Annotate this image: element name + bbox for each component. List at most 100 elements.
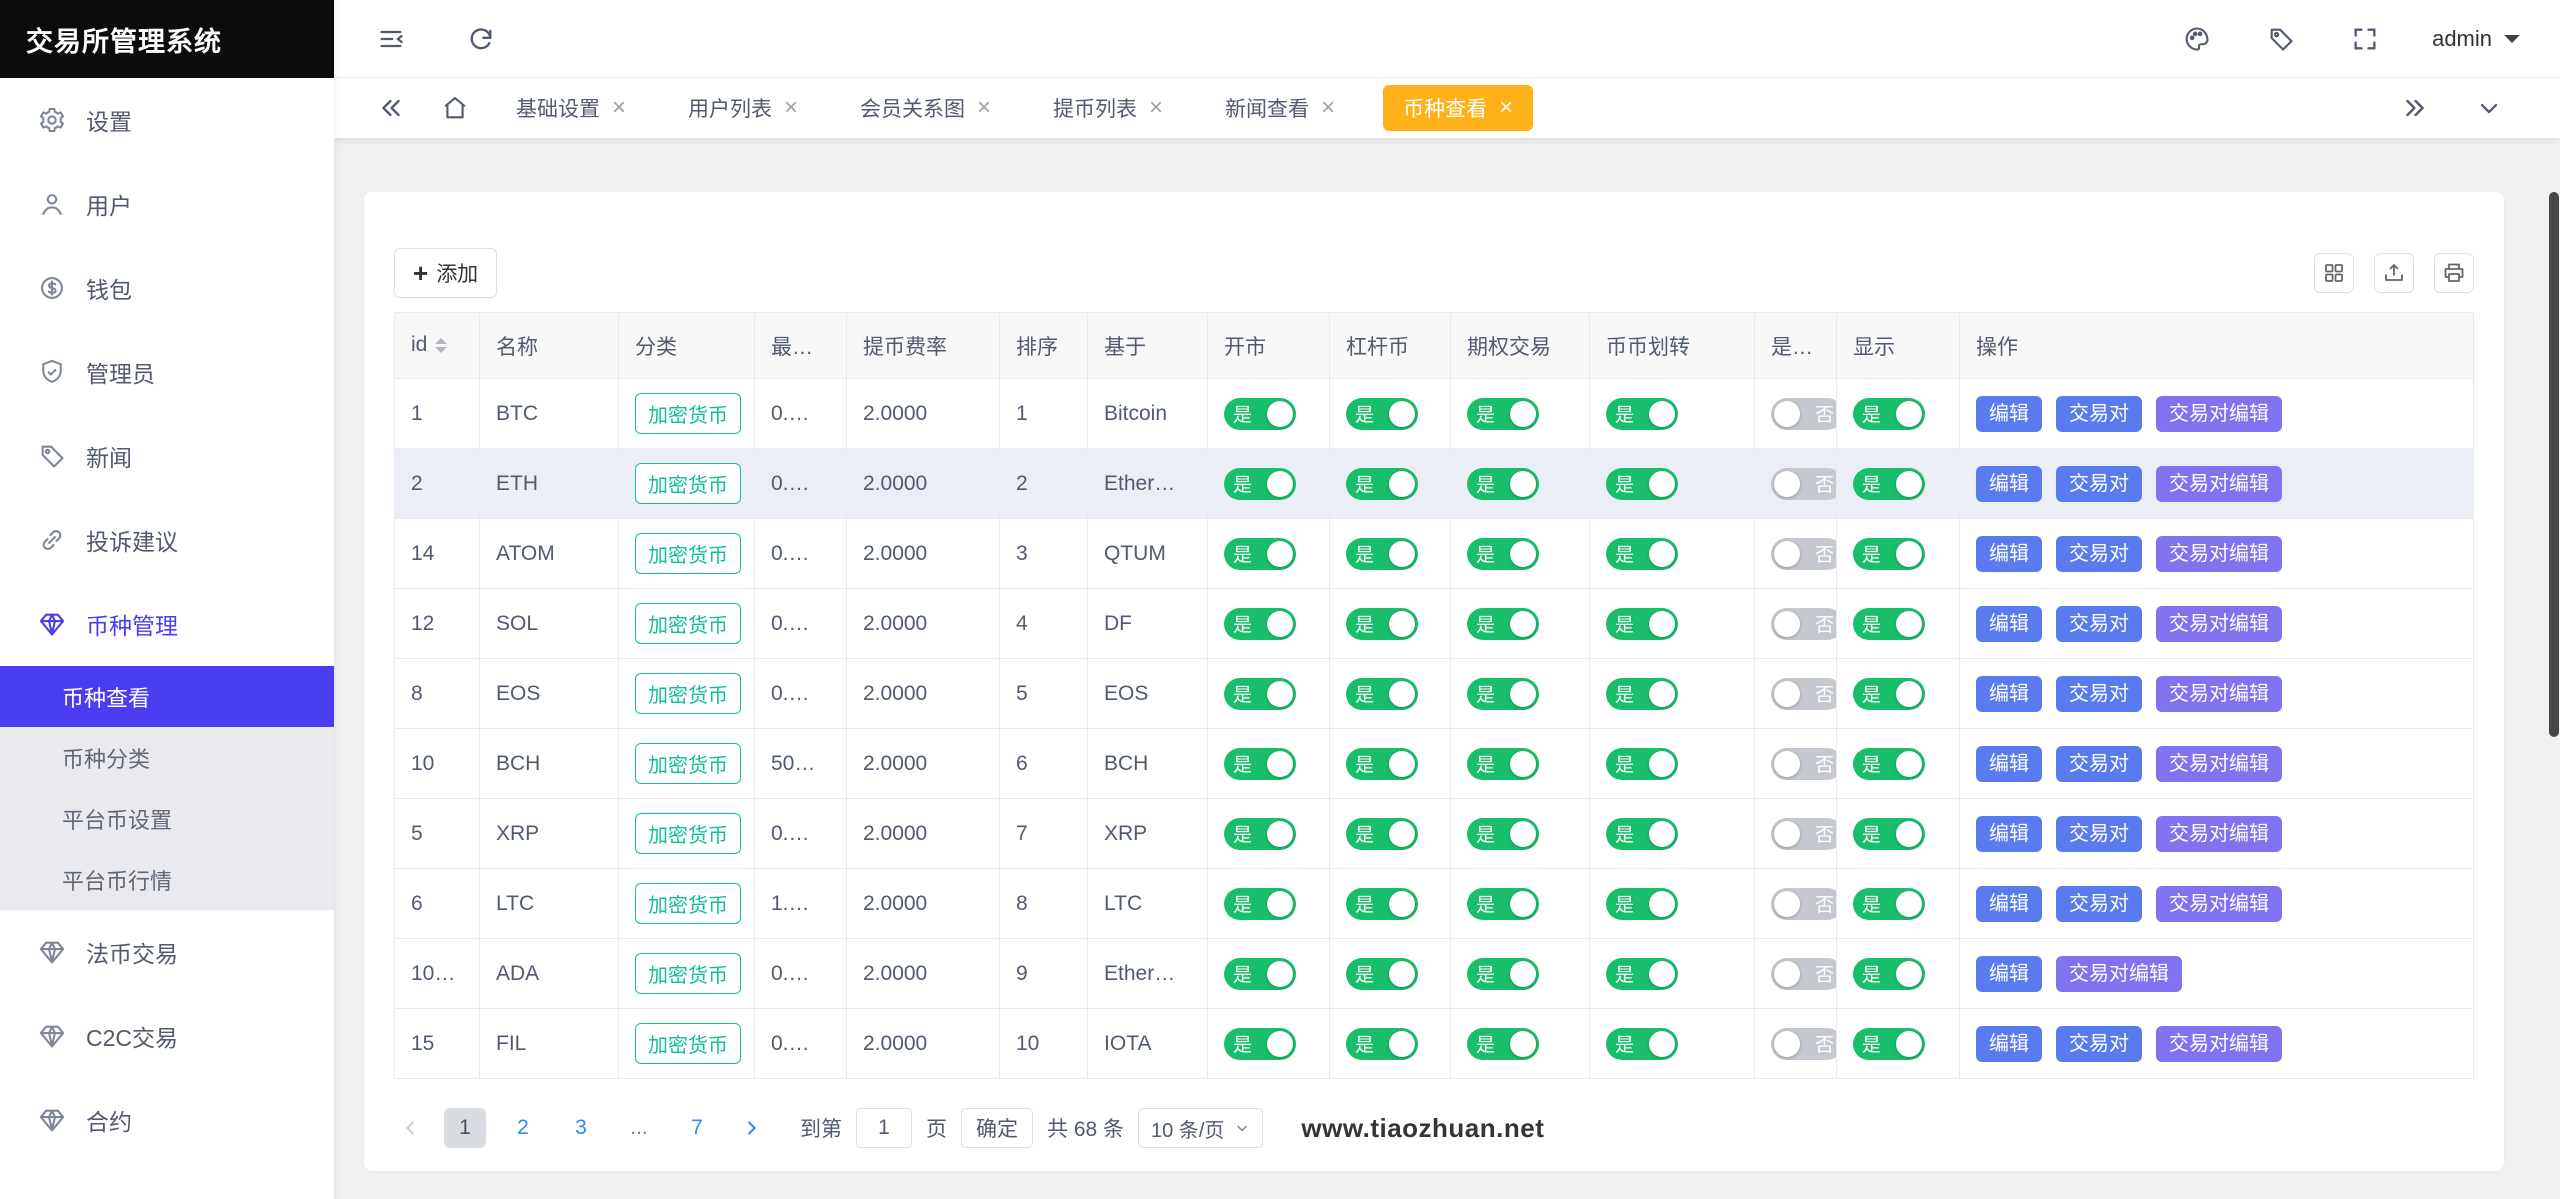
transfer-toggle[interactable]: 是 bbox=[1606, 468, 1678, 500]
open-toggle[interactable]: 是 bbox=[1224, 888, 1296, 920]
sort-icon[interactable] bbox=[435, 332, 447, 359]
pair-button[interactable]: 交易对 bbox=[2056, 466, 2142, 502]
option-toggle[interactable]: 是 bbox=[1467, 958, 1539, 990]
transfer-toggle[interactable]: 是 bbox=[1606, 538, 1678, 570]
sidebar-subitem-coin-category[interactable]: 币种分类 bbox=[0, 727, 334, 788]
edit-button[interactable]: 编辑 bbox=[1976, 396, 2042, 432]
transfer-toggle[interactable]: 是 bbox=[1606, 608, 1678, 640]
show-toggle[interactable]: 是 bbox=[1853, 468, 1925, 500]
lever-toggle[interactable]: 是 bbox=[1346, 608, 1418, 640]
print-icon[interactable] bbox=[2434, 253, 2474, 293]
export-icon[interactable] bbox=[2374, 253, 2414, 293]
pair-button[interactable]: 交易对 bbox=[2056, 396, 2142, 432]
open-toggle[interactable]: 是 bbox=[1224, 538, 1296, 570]
show-toggle[interactable]: 是 bbox=[1853, 818, 1925, 850]
home-icon[interactable] bbox=[438, 91, 472, 125]
close-icon[interactable]: × bbox=[612, 96, 626, 120]
tabs-scroll-left-icon[interactable] bbox=[374, 91, 408, 125]
page-scrollbar[interactable] bbox=[2549, 192, 2559, 737]
isx-toggle[interactable]: 否 bbox=[1771, 1028, 1837, 1060]
sidebar-subitem-platform-coin-settings[interactable]: 平台币设置 bbox=[0, 788, 334, 849]
sidebar-item-c2c-trade[interactable]: C2C交易 bbox=[0, 994, 334, 1078]
option-toggle[interactable]: 是 bbox=[1467, 538, 1539, 570]
tab-user-list[interactable]: 用户列表× bbox=[674, 85, 812, 131]
pair-edit-button[interactable]: 交易对编辑 bbox=[2056, 956, 2182, 992]
edit-button[interactable]: 编辑 bbox=[1976, 536, 2042, 572]
column-header-id[interactable]: id bbox=[395, 313, 480, 379]
sidebar-item-admins[interactable]: 管理员 bbox=[0, 330, 334, 414]
prev-page-icon[interactable] bbox=[394, 1108, 428, 1148]
edit-button[interactable]: 编辑 bbox=[1976, 1026, 2042, 1062]
transfer-toggle[interactable]: 是 bbox=[1606, 888, 1678, 920]
pair-button[interactable]: 交易对 bbox=[2056, 746, 2142, 782]
isx-toggle[interactable]: 否 bbox=[1771, 958, 1837, 990]
transfer-toggle[interactable]: 是 bbox=[1606, 1028, 1678, 1060]
lever-toggle[interactable]: 是 bbox=[1346, 468, 1418, 500]
sidebar-item-contracts[interactable]: 合约 bbox=[0, 1078, 334, 1162]
show-toggle[interactable]: 是 bbox=[1853, 748, 1925, 780]
sidebar-item-users[interactable]: 用户 bbox=[0, 162, 334, 246]
isx-toggle[interactable]: 否 bbox=[1771, 608, 1837, 640]
transfer-toggle[interactable]: 是 bbox=[1606, 818, 1678, 850]
isx-toggle[interactable]: 否 bbox=[1771, 468, 1837, 500]
pair-edit-button[interactable]: 交易对编辑 bbox=[2156, 536, 2282, 572]
transfer-toggle[interactable]: 是 bbox=[1606, 398, 1678, 430]
pair-button[interactable]: 交易对 bbox=[2056, 1026, 2142, 1062]
lever-toggle[interactable]: 是 bbox=[1346, 398, 1418, 430]
pair-button[interactable]: 交易对 bbox=[2056, 816, 2142, 852]
show-toggle[interactable]: 是 bbox=[1853, 958, 1925, 990]
pair-edit-button[interactable]: 交易对编辑 bbox=[2156, 676, 2282, 712]
close-icon[interactable]: × bbox=[1149, 96, 1163, 120]
show-toggle[interactable]: 是 bbox=[1853, 678, 1925, 710]
pair-button[interactable]: 交易对 bbox=[2056, 886, 2142, 922]
sidebar-subitem-platform-coin-market[interactable]: 平台币行情 bbox=[0, 849, 334, 910]
show-toggle[interactable]: 是 bbox=[1853, 1028, 1925, 1060]
pair-edit-button[interactable]: 交易对编辑 bbox=[2156, 606, 2282, 642]
pair-button[interactable]: 交易对 bbox=[2056, 676, 2142, 712]
goto-page-input[interactable] bbox=[856, 1108, 912, 1148]
lever-toggle[interactable]: 是 bbox=[1346, 888, 1418, 920]
lever-toggle[interactable]: 是 bbox=[1346, 748, 1418, 780]
option-toggle[interactable]: 是 bbox=[1467, 818, 1539, 850]
pair-edit-button[interactable]: 交易对编辑 bbox=[2156, 1026, 2282, 1062]
edit-button[interactable]: 编辑 bbox=[1976, 606, 2042, 642]
show-toggle[interactable]: 是 bbox=[1853, 888, 1925, 920]
isx-toggle[interactable]: 否 bbox=[1771, 538, 1837, 570]
sidebar-item-fiat-trade[interactable]: 法币交易 bbox=[0, 910, 334, 994]
isx-toggle[interactable]: 否 bbox=[1771, 818, 1837, 850]
close-icon[interactable]: × bbox=[977, 96, 991, 120]
open-toggle[interactable]: 是 bbox=[1224, 958, 1296, 990]
option-toggle[interactable]: 是 bbox=[1467, 678, 1539, 710]
page-number-1[interactable]: 1 bbox=[444, 1108, 486, 1148]
lever-toggle[interactable]: 是 bbox=[1346, 958, 1418, 990]
transfer-toggle[interactable]: 是 bbox=[1606, 678, 1678, 710]
pair-edit-button[interactable]: 交易对编辑 bbox=[2156, 816, 2282, 852]
isx-toggle[interactable]: 否 bbox=[1771, 678, 1837, 710]
isx-toggle[interactable]: 否 bbox=[1771, 888, 1837, 920]
refresh-icon[interactable] bbox=[464, 22, 498, 56]
sidebar-subitem-coin-view[interactable]: 币种查看 bbox=[0, 666, 334, 727]
tab-news-view[interactable]: 新闻查看× bbox=[1211, 85, 1349, 131]
add-button[interactable]: + 添加 bbox=[394, 248, 497, 298]
sidebar-item-settings[interactable]: 设置 bbox=[0, 78, 334, 162]
pair-button[interactable]: 交易对 bbox=[2056, 606, 2142, 642]
tab-basic-settings[interactable]: 基础设置× bbox=[502, 85, 640, 131]
user-menu[interactable]: admin bbox=[2432, 26, 2520, 52]
tabs-scroll-right-icon[interactable] bbox=[2398, 91, 2432, 125]
edit-button[interactable]: 编辑 bbox=[1976, 676, 2042, 712]
pair-edit-button[interactable]: 交易对编辑 bbox=[2156, 396, 2282, 432]
edit-button[interactable]: 编辑 bbox=[1976, 466, 2042, 502]
open-toggle[interactable]: 是 bbox=[1224, 818, 1296, 850]
sidebar-item-currency-management[interactable]: 币种管理 bbox=[0, 582, 334, 666]
transfer-toggle[interactable]: 是 bbox=[1606, 958, 1678, 990]
pair-edit-button[interactable]: 交易对编辑 bbox=[2156, 466, 2282, 502]
tab-member-graph[interactable]: 会员关系图× bbox=[846, 85, 1005, 131]
close-icon[interactable]: × bbox=[784, 96, 798, 120]
pair-edit-button[interactable]: 交易对编辑 bbox=[2156, 746, 2282, 782]
option-toggle[interactable]: 是 bbox=[1467, 748, 1539, 780]
open-toggle[interactable]: 是 bbox=[1224, 1028, 1296, 1060]
open-toggle[interactable]: 是 bbox=[1224, 398, 1296, 430]
page-number-3[interactable]: 3 bbox=[560, 1108, 602, 1148]
transfer-toggle[interactable]: 是 bbox=[1606, 748, 1678, 780]
tag-icon[interactable] bbox=[2264, 22, 2298, 56]
